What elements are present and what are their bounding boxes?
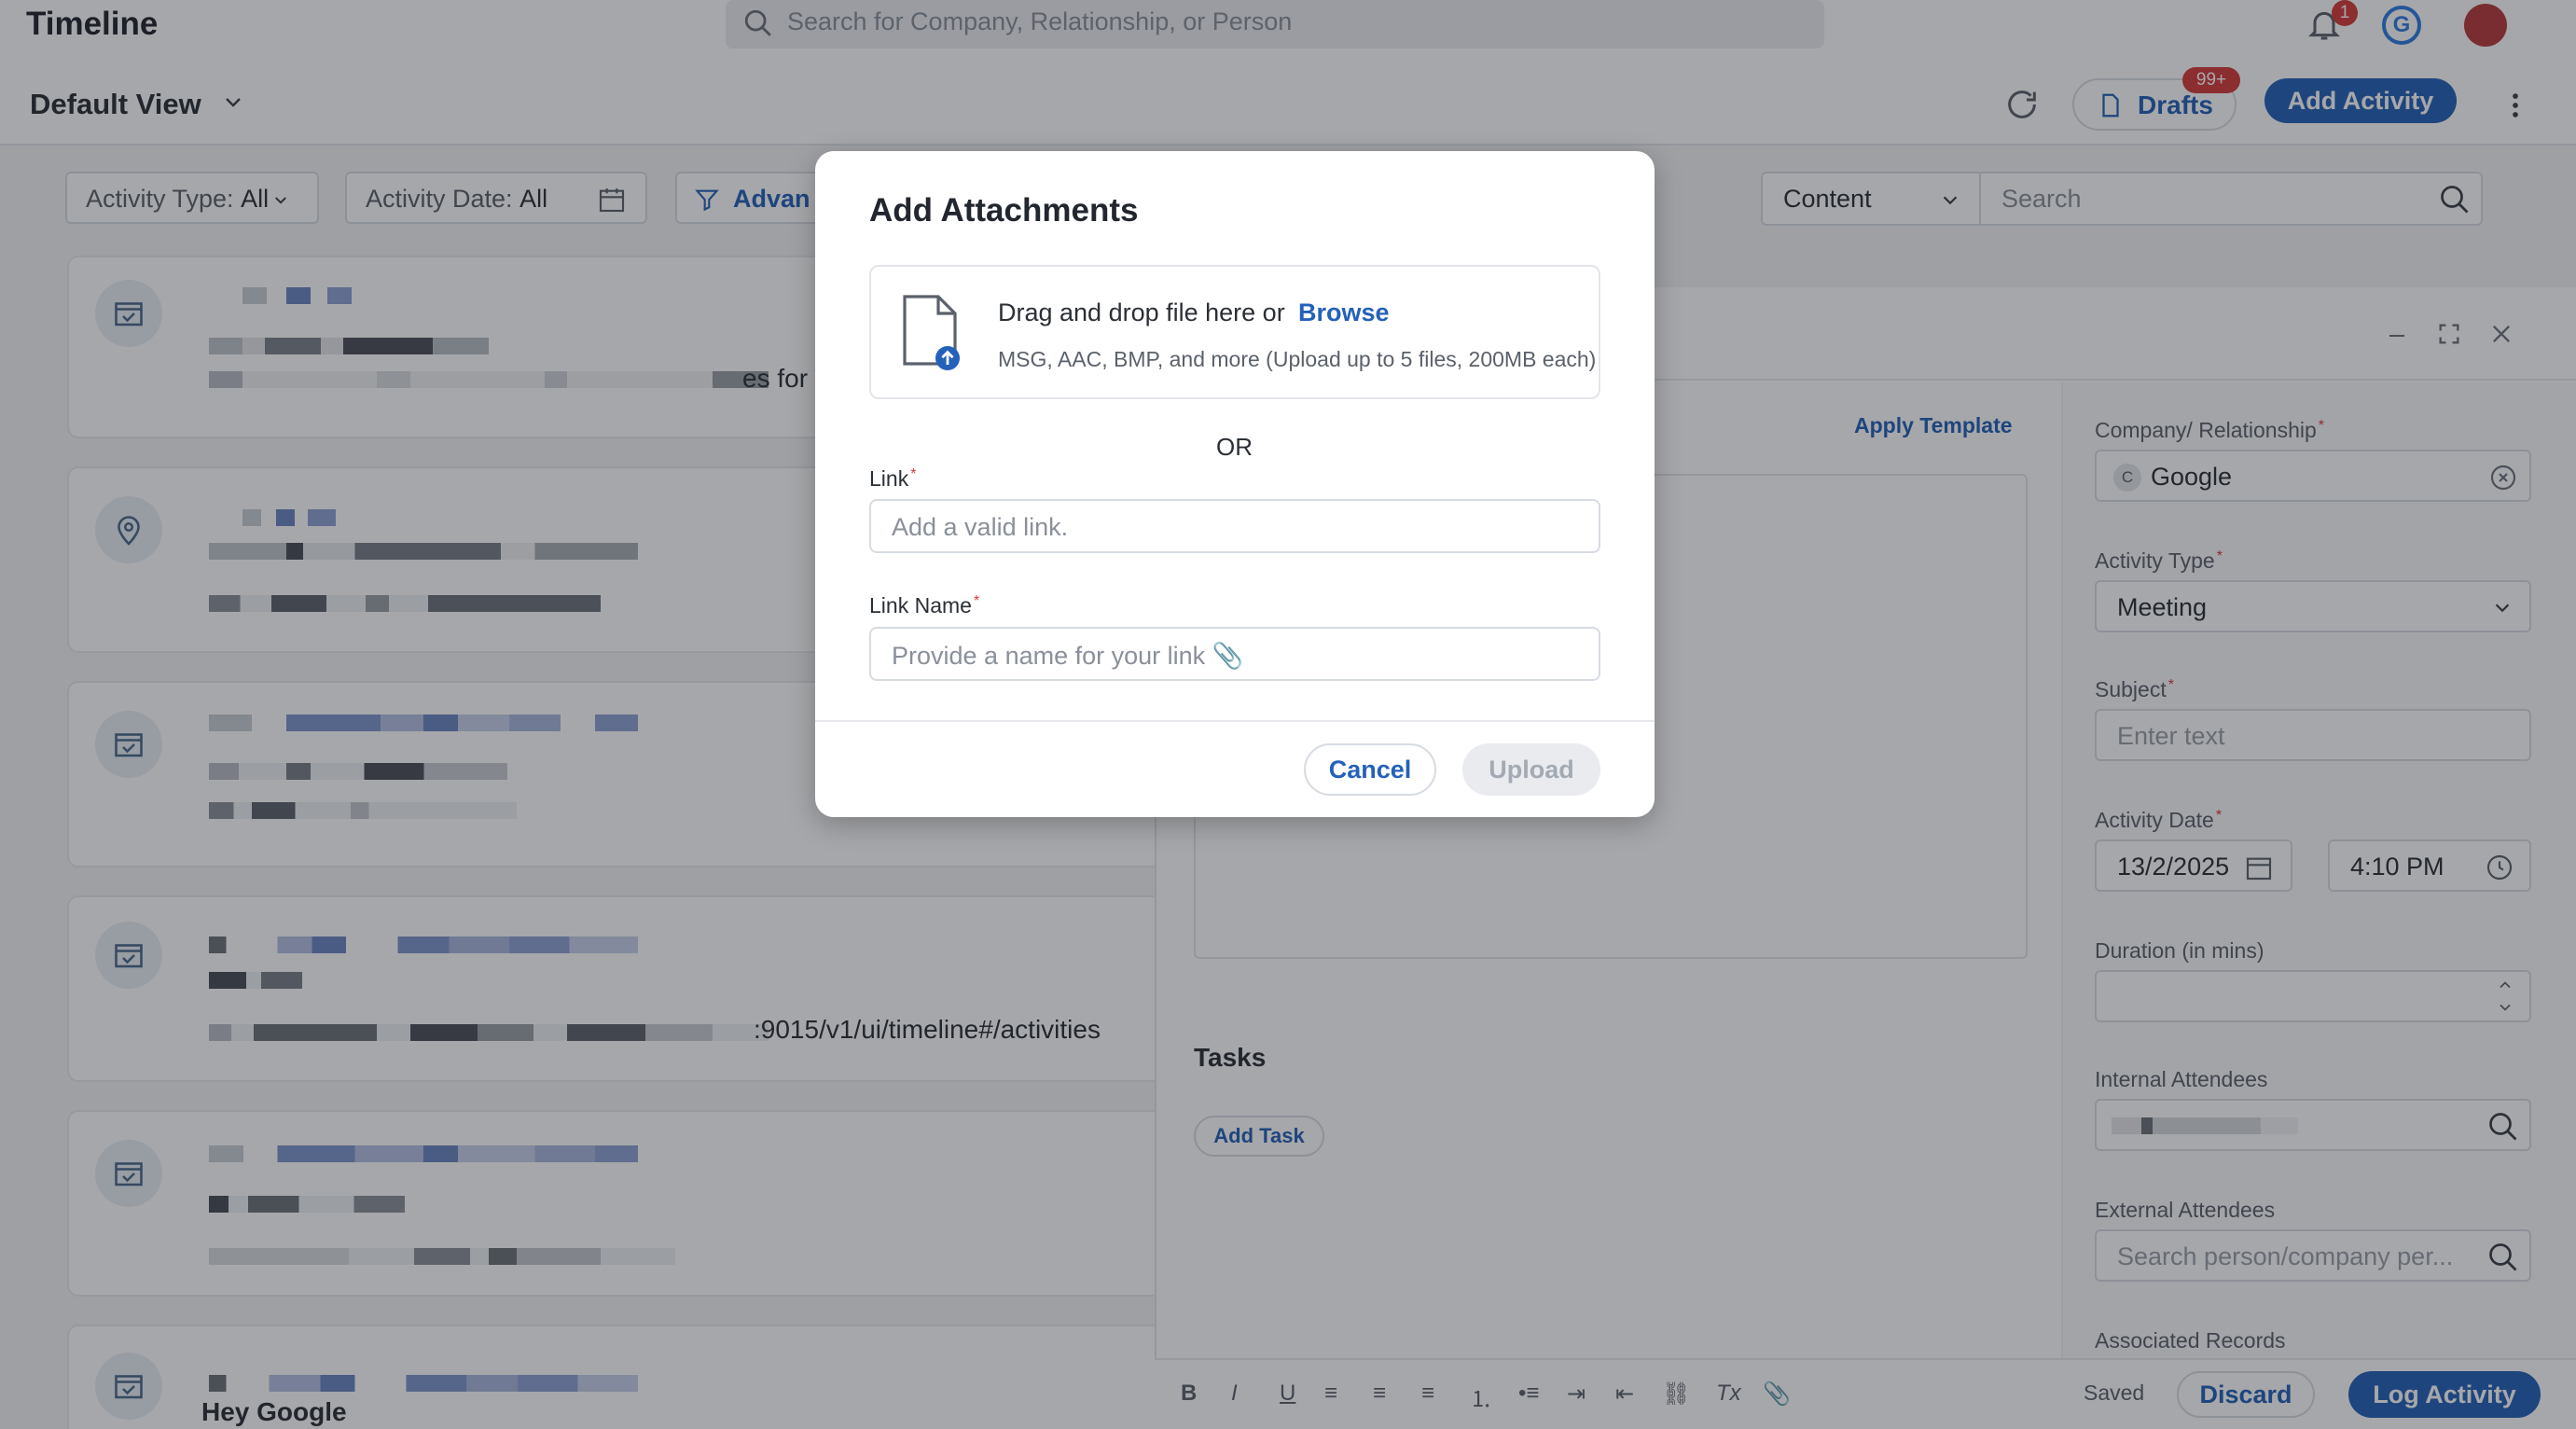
link-name-input[interactable]: Provide a name for your link 📎 <box>869 627 1600 681</box>
browse-link[interactable]: Browse <box>1298 298 1390 327</box>
add-attachments-dialog <box>815 151 1655 817</box>
link-field-label: Link * <box>869 466 917 491</box>
link-name-field-label: Link Name * <box>869 593 980 617</box>
link-input[interactable]: Add a valid link. <box>869 499 1600 553</box>
file-limits-text: MSG, AAC, BMP, and more (Upload up to 5 … <box>998 347 1597 371</box>
upload-button[interactable]: Upload <box>1462 743 1600 796</box>
drop-instructions: Drag and drop file here or <box>998 298 1285 326</box>
file-upload-icon <box>897 293 964 371</box>
link-name-input-placeholder: Provide a name for your link 📎 <box>892 642 1244 670</box>
link-input-placeholder: Add a valid link. <box>892 513 1069 541</box>
or-separator: OR <box>1216 433 1253 461</box>
cancel-button[interactable]: Cancel <box>1304 743 1436 796</box>
dialog-title: Add Attachments <box>869 192 1139 229</box>
dialog-footer-divider <box>815 720 1655 722</box>
file-dropzone[interactable] <box>869 265 1600 399</box>
